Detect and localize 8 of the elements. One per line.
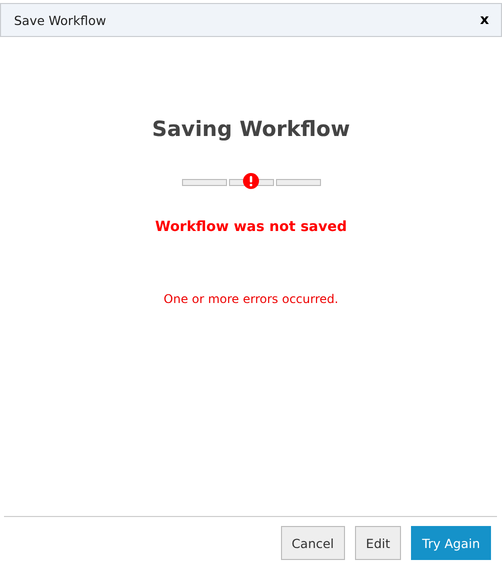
dialog-button[interactable]: Edit (354, 526, 402, 560)
window-title: Save Workflow (14, 12, 106, 28)
status-message: Workflow was not saved (155, 219, 347, 235)
dialog-button[interactable]: Cancel (280, 526, 345, 560)
dialog-heading: Saving Workflow (152, 117, 350, 141)
try-again-button[interactable]: Try Again (411, 526, 491, 560)
close-button[interactable]: x (480, 13, 489, 27)
error-message: One or more errors occurred. (164, 292, 338, 306)
